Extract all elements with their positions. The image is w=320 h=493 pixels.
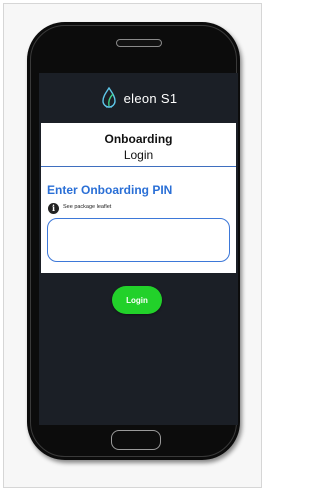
phone-screen: eleon S1 Onboarding Login Enter Onboardi… bbox=[39, 73, 238, 425]
pin-hint: See package leaflet bbox=[63, 204, 112, 210]
pin-input[interactable] bbox=[47, 218, 230, 262]
app-header: eleon S1 bbox=[39, 73, 238, 123]
card-subtitle: Login bbox=[123, 148, 154, 162]
card-divider bbox=[41, 166, 236, 167]
login-button[interactable]: Login bbox=[112, 286, 162, 314]
pin-heading: Enter Onboarding PIN bbox=[47, 183, 173, 197]
phone-home-button bbox=[111, 430, 161, 450]
phone-speaker bbox=[116, 39, 162, 47]
info-icon: i bbox=[48, 203, 59, 214]
drop-leaf-icon bbox=[101, 87, 116, 108]
onboarding-card: Onboarding Login Enter Onboarding PIN i … bbox=[41, 123, 236, 273]
card-title: Onboarding bbox=[104, 132, 173, 146]
brand-name: eleon S1 bbox=[123, 90, 178, 106]
